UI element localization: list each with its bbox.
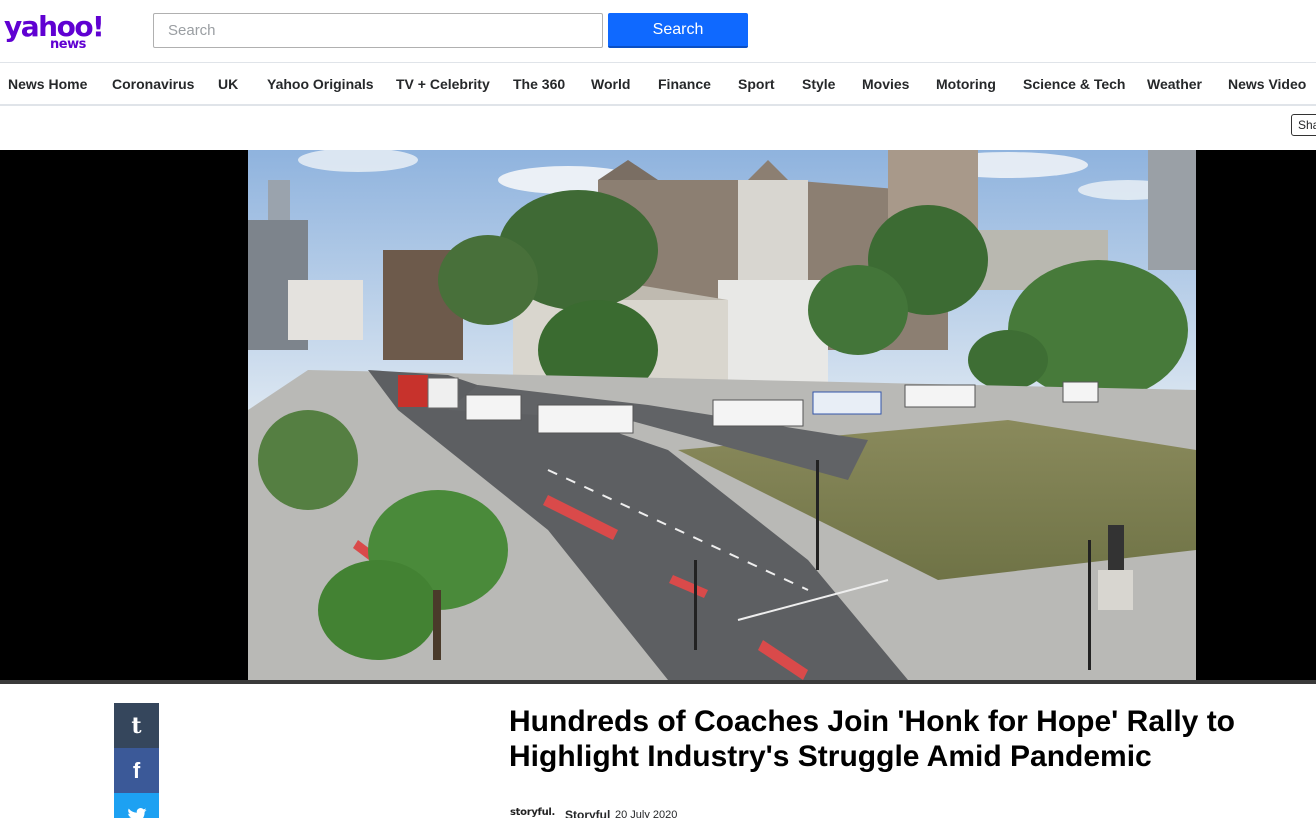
sub-toolbar: Share (0, 106, 1316, 150)
provider-logo[interactable]: storyful. (510, 807, 555, 818)
nav-item-sport[interactable]: Sport (738, 76, 775, 92)
video-player[interactable] (0, 150, 1316, 684)
nav-item-weather[interactable]: Weather (1147, 76, 1202, 92)
video-progress-bar[interactable] (0, 680, 1316, 684)
social-share-bar: t f (114, 703, 159, 818)
share-button[interactable]: Share (1291, 114, 1316, 136)
video-frame[interactable] (248, 150, 1196, 680)
nav-item-uk[interactable]: UK (218, 76, 238, 92)
search-button[interactable]: Search (608, 13, 748, 48)
nav-item-yahoo-originals[interactable]: Yahoo Originals (267, 76, 374, 92)
nav-item-news-home[interactable]: News Home (8, 76, 87, 92)
nav-item-coronavirus[interactable]: Coronavirus (112, 76, 194, 92)
tumblr-icon: t (131, 712, 142, 739)
nav-item-world[interactable]: World (591, 76, 630, 92)
site-header: yahoo! news Search (0, 0, 1316, 62)
video-still (248, 150, 1196, 680)
twitter-share-button[interactable] (114, 793, 159, 818)
yahoo-news-logo[interactable]: yahoo! news (4, 12, 105, 53)
nav-item-movies[interactable]: Movies (862, 76, 909, 92)
logo-subtitle: news (50, 37, 86, 52)
nav-item-style[interactable]: Style (802, 76, 835, 92)
nav-item-news-video[interactable]: News Video (1228, 76, 1306, 92)
nav-item-motoring[interactable]: Motoring (936, 76, 996, 92)
nav-item-finance[interactable]: Finance (658, 76, 711, 92)
facebook-icon: f (132, 757, 141, 783)
twitter-icon (127, 807, 147, 818)
facebook-share-button[interactable]: f (114, 748, 159, 793)
nav-item-the-360[interactable]: The 360 (513, 76, 565, 92)
main-nav: News Home Coronavirus UK Yahoo Originals… (0, 62, 1316, 106)
publish-date: 20 July 2020 (615, 809, 678, 818)
tumblr-share-button[interactable]: t (114, 703, 159, 748)
nav-item-science-tech[interactable]: Science & Tech (1023, 76, 1125, 92)
nav-item-tv-celebrity[interactable]: TV + Celebrity (396, 76, 490, 92)
provider-name[interactable]: Storyful (565, 808, 610, 818)
search-input[interactable] (153, 13, 603, 48)
article-title: Hundreds of Coaches Join 'Honk for Hope'… (509, 705, 1236, 773)
